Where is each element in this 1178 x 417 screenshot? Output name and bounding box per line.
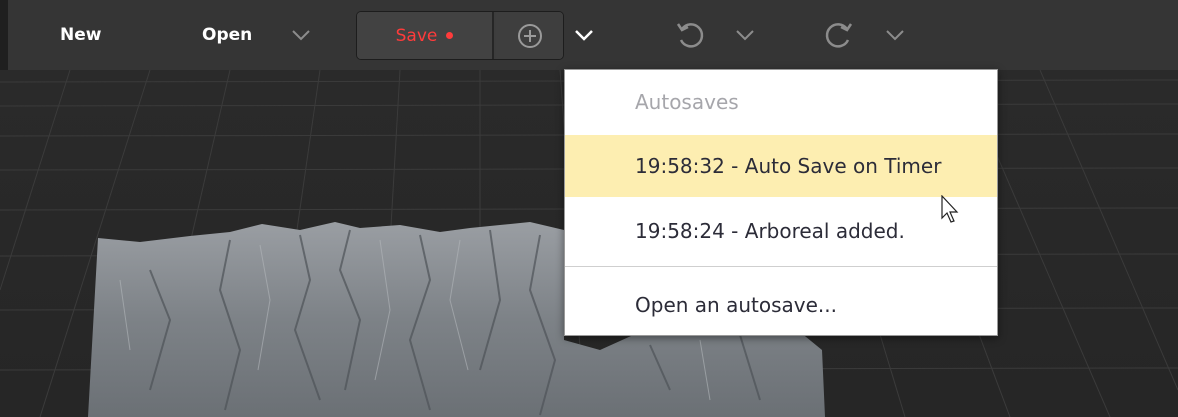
save-button[interactable]: Save (357, 12, 494, 59)
save-menu-chevron-down-icon[interactable] (573, 24, 595, 46)
open-autosave-menu-item[interactable]: Open an autosave... (565, 274, 997, 336)
plus-circle-icon (517, 23, 542, 48)
new-button[interactable]: New (60, 24, 101, 46)
autosave-item[interactable]: 19:58:24 - Arboreal added. (565, 200, 997, 262)
save-label: Save (395, 25, 438, 46)
main-toolbar: New Open Save (0, 0, 1178, 70)
autosaves-dropdown-menu: Autosaves 19:58:32 - Auto Save on Timer … (564, 69, 998, 336)
unsaved-dot-icon (446, 32, 454, 39)
save-button-group: Save (356, 11, 564, 60)
save-as-new-button[interactable] (496, 12, 563, 59)
redo-menu-chevron-down-icon[interactable] (884, 24, 906, 46)
open-button[interactable]: Open (202, 24, 252, 46)
mouse-pointer-icon (941, 195, 959, 223)
undo-icon[interactable] (674, 19, 706, 51)
autosave-item[interactable]: 19:58:32 - Auto Save on Timer (565, 135, 997, 197)
open-menu-chevron-down-icon[interactable] (290, 24, 312, 46)
autosaves-menu-header: Autosaves (635, 90, 739, 114)
menu-divider (565, 266, 997, 267)
redo-icon[interactable] (823, 19, 855, 51)
undo-menu-chevron-down-icon[interactable] (734, 24, 756, 46)
